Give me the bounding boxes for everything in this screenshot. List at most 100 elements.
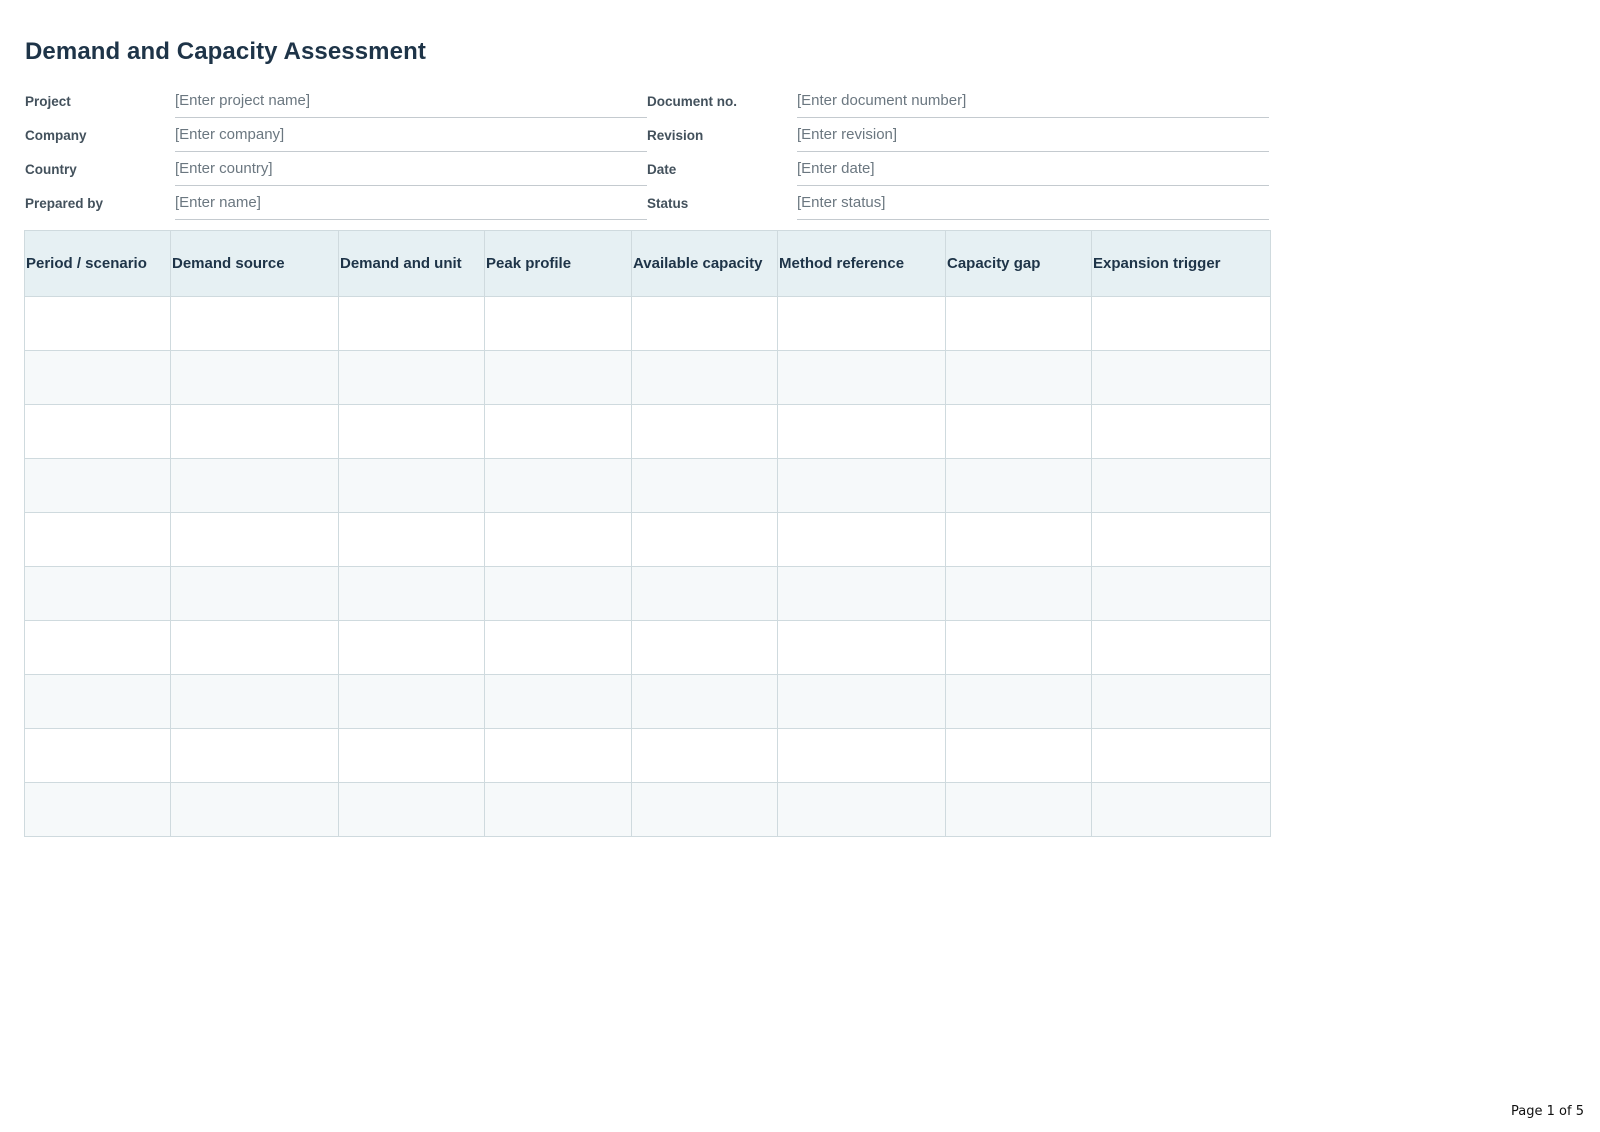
table-cell[interactable]	[338, 404, 485, 459]
table-row	[24, 404, 1271, 459]
table-cell[interactable]	[945, 296, 1092, 351]
table-cell[interactable]	[170, 782, 339, 837]
table-cell[interactable]	[484, 728, 632, 783]
table-cell[interactable]	[631, 566, 778, 621]
table-cell[interactable]	[1091, 296, 1271, 351]
table-cell[interactable]	[1091, 350, 1271, 405]
table-cell[interactable]	[777, 350, 946, 405]
table-cell[interactable]	[170, 296, 339, 351]
table-cell[interactable]	[777, 512, 946, 567]
table-cell[interactable]	[777, 566, 946, 621]
table-cell[interactable]	[338, 620, 485, 675]
table-cell[interactable]	[170, 566, 339, 621]
table-cell[interactable]	[484, 350, 632, 405]
table-cell[interactable]	[484, 296, 632, 351]
table-cell[interactable]	[484, 620, 632, 675]
table-cell[interactable]	[24, 620, 171, 675]
table-cell[interactable]	[631, 296, 778, 351]
table-cell[interactable]	[484, 458, 632, 513]
table-cell[interactable]	[777, 674, 946, 729]
table-cell[interactable]	[945, 512, 1092, 567]
date-field[interactable]: [Enter date]	[797, 152, 1269, 186]
table-cell[interactable]	[945, 350, 1092, 405]
table-cell[interactable]	[24, 296, 171, 351]
country-field[interactable]: [Enter country]	[175, 152, 647, 186]
table-cell[interactable]	[338, 350, 485, 405]
table-cell[interactable]	[777, 620, 946, 675]
table-cell[interactable]	[945, 674, 1092, 729]
table-cell[interactable]	[24, 512, 171, 567]
table-cell[interactable]	[777, 404, 946, 459]
table-cell[interactable]	[1091, 566, 1271, 621]
table-cell[interactable]	[1091, 728, 1271, 783]
table-cell[interactable]	[945, 458, 1092, 513]
page-title: Demand and Capacity Assessment	[25, 38, 426, 65]
project-field[interactable]: [Enter project name]	[175, 84, 647, 118]
table-row	[24, 512, 1271, 567]
page-number: Page 1 of 5	[1511, 1104, 1584, 1119]
table-cell[interactable]	[1091, 782, 1271, 837]
table-cell[interactable]	[777, 782, 946, 837]
table-cell[interactable]	[170, 728, 339, 783]
table-cell[interactable]	[1091, 512, 1271, 567]
table-cell[interactable]	[170, 674, 339, 729]
table-body	[24, 296, 1271, 837]
table-cell[interactable]	[484, 566, 632, 621]
table-cell[interactable]	[170, 350, 339, 405]
table-cell[interactable]	[945, 404, 1092, 459]
table-cell[interactable]	[945, 728, 1092, 783]
table-cell[interactable]	[1091, 674, 1271, 729]
table-cell[interactable]	[24, 674, 171, 729]
table-cell[interactable]	[338, 566, 485, 621]
table-cell[interactable]	[338, 728, 485, 783]
revision-field[interactable]: [Enter revision]	[797, 118, 1269, 152]
table-cell[interactable]	[631, 404, 778, 459]
table-cell[interactable]	[777, 728, 946, 783]
table-cell[interactable]	[1091, 620, 1271, 675]
table-cell[interactable]	[24, 728, 171, 783]
table-cell[interactable]	[484, 674, 632, 729]
table-cell[interactable]	[170, 404, 339, 459]
table-cell[interactable]	[170, 458, 339, 513]
status-field[interactable]: [Enter status]	[797, 186, 1269, 220]
table-cell[interactable]	[484, 782, 632, 837]
table-cell[interactable]	[631, 512, 778, 567]
table-cell[interactable]	[484, 404, 632, 459]
table-cell[interactable]	[338, 458, 485, 513]
status-label: Status	[647, 195, 689, 211]
document-number-field[interactable]: [Enter document number]	[797, 84, 1269, 118]
table-cell[interactable]	[1091, 458, 1271, 513]
table-cell[interactable]	[777, 458, 946, 513]
table-cell[interactable]	[170, 512, 339, 567]
prepared-by-label: Prepared by	[25, 195, 104, 211]
table-cell[interactable]	[338, 674, 485, 729]
table-cell[interactable]	[24, 404, 171, 459]
table-cell[interactable]	[24, 566, 171, 621]
column-header-available-capacity: Available capacity	[631, 230, 778, 297]
meta-row: Prepared by [Enter name] Status [Enter s…	[25, 186, 1269, 220]
table-cell[interactable]	[484, 512, 632, 567]
table-cell[interactable]	[24, 782, 171, 837]
table-cell[interactable]	[338, 296, 485, 351]
table-cell[interactable]	[945, 620, 1092, 675]
table-cell[interactable]	[338, 782, 485, 837]
table-cell[interactable]	[170, 620, 339, 675]
company-field[interactable]: [Enter company]	[175, 118, 647, 152]
table-cell[interactable]	[777, 296, 946, 351]
table-cell[interactable]	[24, 350, 171, 405]
table-row	[24, 296, 1271, 351]
table-cell[interactable]	[631, 458, 778, 513]
table-cell[interactable]	[24, 458, 171, 513]
table-cell[interactable]	[631, 350, 778, 405]
meta-row: Country [Enter country] Date [Enter date…	[25, 152, 1269, 186]
table-cell[interactable]	[631, 782, 778, 837]
meta-row: Company [Enter company] Revision [Enter …	[25, 118, 1269, 152]
table-cell[interactable]	[631, 728, 778, 783]
table-cell[interactable]	[338, 512, 485, 567]
prepared-by-field[interactable]: [Enter name]	[175, 186, 647, 220]
table-cell[interactable]	[631, 674, 778, 729]
table-cell[interactable]	[1091, 404, 1271, 459]
table-cell[interactable]	[945, 566, 1092, 621]
table-cell[interactable]	[631, 620, 778, 675]
table-cell[interactable]	[945, 782, 1092, 837]
